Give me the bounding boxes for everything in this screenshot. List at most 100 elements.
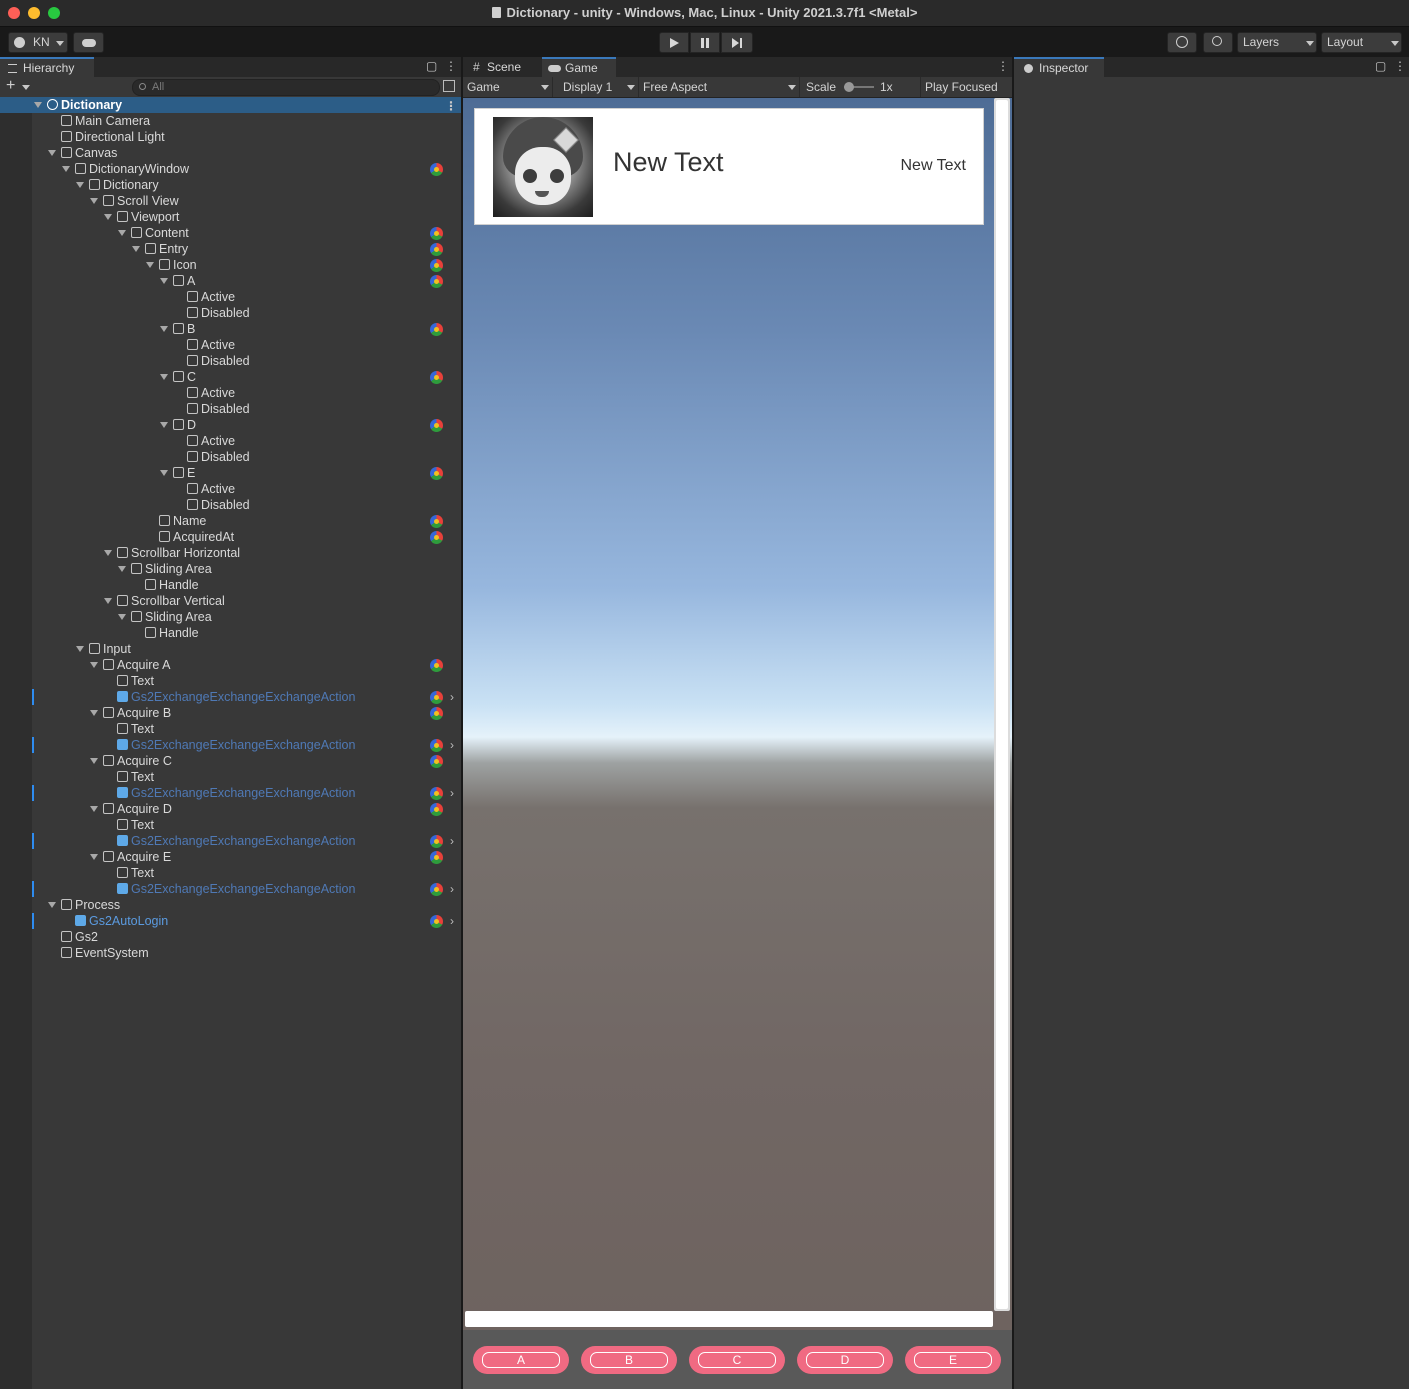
hierarchy-row[interactable]: Main Camera (0, 113, 461, 129)
scrollbar-vertical[interactable] (994, 98, 1010, 1311)
hierarchy-row[interactable]: Content (0, 225, 461, 241)
hierarchy-row[interactable]: Acquire A (0, 657, 461, 673)
more-options-icon[interactable]: ⋮ (997, 59, 1009, 73)
hierarchy-row[interactable]: Input (0, 641, 461, 657)
hierarchy-row[interactable]: EventSystem (0, 945, 461, 961)
pause-button[interactable] (690, 32, 720, 53)
aspect-dropdown[interactable]: Free Aspect (639, 77, 800, 97)
fold-arrow-icon[interactable] (118, 230, 126, 236)
tab-game[interactable]: Game (542, 57, 616, 77)
hierarchy-row[interactable]: Directional Light (0, 129, 461, 145)
hierarchy-row[interactable]: Sliding Area (0, 561, 461, 577)
hierarchy-row[interactable]: DictionaryWindow (0, 161, 461, 177)
hierarchy-row[interactable]: D (0, 417, 461, 433)
hierarchy-row[interactable]: Acquire D (0, 801, 461, 817)
fold-arrow-icon[interactable] (76, 182, 84, 188)
fold-arrow-icon[interactable] (62, 166, 70, 172)
fold-arrow-icon[interactable] (104, 550, 112, 556)
fold-arrow-icon[interactable] (90, 710, 98, 716)
hierarchy-row[interactable]: Gs2ExchangeExchangeExchangeAction › (0, 785, 461, 801)
hierarchy-row[interactable]: Scroll View (0, 193, 461, 209)
hierarchy-row[interactable]: Acquire E (0, 849, 461, 865)
fold-arrow-icon[interactable] (48, 902, 56, 908)
account-dropdown[interactable]: KN (8, 32, 68, 53)
more-options-icon[interactable]: ⋮ (1394, 59, 1406, 73)
scrollbar-horizontal[interactable] (465, 1311, 993, 1327)
fold-arrow-icon[interactable] (104, 214, 112, 220)
hierarchy-row[interactable]: Active (0, 433, 461, 449)
lock-icon[interactable]: ▢ (426, 59, 437, 73)
chevron-right-icon[interactable]: › (450, 913, 454, 929)
hierarchy-row[interactable]: Gs2AutoLogin › (0, 913, 461, 929)
acquire-e-button[interactable]: E (905, 1346, 1001, 1374)
chevron-right-icon[interactable]: › (450, 785, 454, 801)
add-object-button[interactable]: + (6, 77, 15, 95)
hierarchy-row[interactable]: Disabled (0, 353, 461, 369)
fold-arrow-icon[interactable] (160, 470, 168, 476)
hierarchy-row[interactable]: C (0, 369, 461, 385)
hierarchy-search-input[interactable]: All (132, 79, 440, 96)
more-options-icon[interactable]: ⋮ (445, 98, 457, 114)
hierarchy-row[interactable]: Disabled (0, 449, 461, 465)
undo-history-button[interactable] (1167, 32, 1197, 53)
hierarchy-row[interactable]: Acquire B (0, 705, 461, 721)
hierarchy-row[interactable]: Acquire C (0, 753, 461, 769)
scrollbar-vertical-handle[interactable] (996, 100, 1008, 1309)
chevron-right-icon[interactable]: › (450, 833, 454, 849)
hierarchy-row[interactable]: Active (0, 481, 461, 497)
fold-arrow-icon[interactable] (90, 198, 98, 204)
fold-arrow-icon[interactable] (160, 326, 168, 332)
fold-arrow-icon[interactable] (90, 806, 98, 812)
hierarchy-row[interactable]: Dictionary (0, 177, 461, 193)
scene-root-row[interactable]: Dictionary ⋮ (0, 97, 461, 113)
acquire-c-button[interactable]: C (689, 1346, 785, 1374)
acquire-b-button[interactable]: B (581, 1346, 677, 1374)
hierarchy-row[interactable]: Text (0, 721, 461, 737)
search-button[interactable] (1203, 32, 1233, 53)
hierarchy-row[interactable]: Viewport (0, 209, 461, 225)
display-dropdown[interactable]: Display 1 (553, 77, 639, 97)
hierarchy-row[interactable]: Sliding Area (0, 609, 461, 625)
fold-arrow-icon[interactable] (104, 598, 112, 604)
fold-arrow-icon[interactable] (90, 662, 98, 668)
layout-dropdown[interactable]: Layout (1321, 32, 1402, 53)
hierarchy-row[interactable]: Text (0, 865, 461, 881)
fold-arrow-icon[interactable] (34, 102, 42, 108)
hierarchy-row[interactable]: AcquiredAt (0, 529, 461, 545)
hierarchy-row[interactable]: Disabled (0, 305, 461, 321)
fold-arrow-icon[interactable] (90, 758, 98, 764)
hierarchy-row[interactable]: Active (0, 385, 461, 401)
hierarchy-row[interactable]: Active (0, 337, 461, 353)
hierarchy-row[interactable]: Text (0, 817, 461, 833)
fold-arrow-icon[interactable] (132, 246, 140, 252)
hierarchy-row[interactable]: Scrollbar Horizontal (0, 545, 461, 561)
play-focused-dropdown[interactable]: Play Focused (921, 77, 1012, 97)
tab-scene[interactable]: # Scene (463, 57, 541, 77)
hierarchy-row[interactable]: Gs2ExchangeExchangeExchangeAction › (0, 833, 461, 849)
hierarchy-row[interactable]: Text (0, 673, 461, 689)
hierarchy-row[interactable]: Handle (0, 625, 461, 641)
hierarchy-row[interactable]: Handle (0, 577, 461, 593)
more-options-icon[interactable]: ⋮ (445, 59, 457, 73)
game-mode-dropdown[interactable]: Game (463, 77, 553, 97)
scale-slider-thumb[interactable] (844, 82, 854, 92)
hierarchy-row[interactable]: Gs2 (0, 929, 461, 945)
lock-icon[interactable]: ▢ (1375, 59, 1386, 73)
layers-dropdown[interactable]: Layers (1237, 32, 1317, 53)
hierarchy-row[interactable]: B (0, 321, 461, 337)
play-button[interactable] (659, 32, 689, 53)
hierarchy-row[interactable]: Entry (0, 241, 461, 257)
fold-arrow-icon[interactable] (118, 566, 126, 572)
fold-arrow-icon[interactable] (160, 278, 168, 284)
fold-arrow-icon[interactable] (48, 150, 56, 156)
scene-search-icon[interactable] (443, 80, 455, 92)
cloud-button[interactable] (73, 32, 104, 53)
fold-arrow-icon[interactable] (146, 262, 154, 268)
fold-arrow-icon[interactable] (76, 646, 84, 652)
acquire-d-button[interactable]: D (797, 1346, 893, 1374)
hierarchy-row[interactable]: Process (0, 897, 461, 913)
fold-arrow-icon[interactable] (160, 374, 168, 380)
chevron-right-icon[interactable]: › (450, 737, 454, 753)
hierarchy-row[interactable]: Active (0, 289, 461, 305)
hierarchy-row[interactable]: A (0, 273, 461, 289)
